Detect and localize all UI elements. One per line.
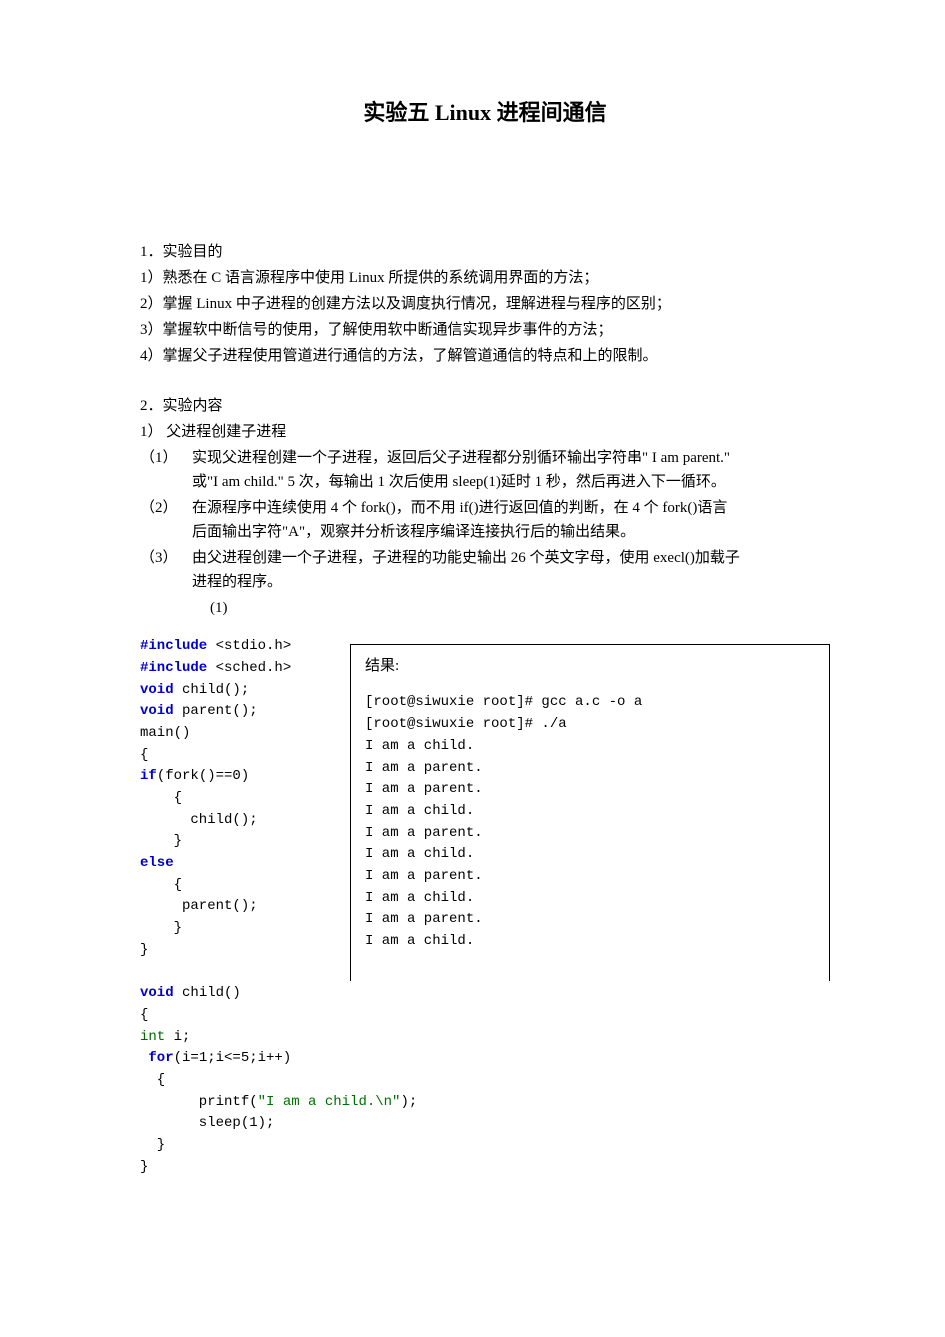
- code-text: child();: [174, 682, 250, 698]
- task-num: （2）: [140, 496, 192, 544]
- result-line: I am a parent.: [365, 866, 815, 888]
- code-text: {: [140, 790, 182, 806]
- result-line: I am a parent.: [365, 758, 815, 780]
- code-text: (fork()==0): [157, 768, 249, 784]
- task-num: （3）: [140, 546, 192, 594]
- sec1-item-2: 2）掌握 Linux 中子进程的创建方法以及调度执行情况，理解进程与程序的区别；: [140, 292, 830, 316]
- section-2-heading: 2．实验内容: [140, 394, 830, 418]
- section-1-heading: 1．实验目的: [140, 240, 830, 264]
- code-text: {: [140, 747, 148, 763]
- subtask-label: (1): [140, 596, 830, 620]
- task-num: （1）: [140, 446, 192, 494]
- code-text: i;: [165, 1029, 190, 1045]
- task-row-2: （2） 在源程序中连续使用 4 个 fork()，而不用 if()进行返回值的判…: [140, 496, 830, 544]
- code-text: }: [140, 833, 182, 849]
- code-text: <sched.h>: [207, 660, 291, 676]
- code-text: }: [140, 920, 182, 936]
- task-line: 在源程序中连续使用 4 个 fork()，而不用 if()进行返回值的判断，在 …: [192, 496, 830, 520]
- code-keyword: #include: [140, 638, 207, 654]
- result-line: I am a child.: [365, 801, 815, 823]
- code-text: {: [140, 1072, 165, 1088]
- result-line: I am a parent.: [365, 823, 815, 845]
- sec1-item-3: 3）掌握软中断信号的使用，了解使用软中断通信实现异步事件的方法；: [140, 318, 830, 342]
- page-title: 实验五 Linux 进程间通信: [140, 95, 830, 130]
- task-line: 后面输出字符"A"，观察并分析该程序编译连接执行后的输出结果。: [192, 520, 830, 544]
- task-line: 由父进程创建一个子进程，子进程的功能史输出 26 个英文字母，使用 execl(…: [192, 546, 830, 570]
- task-row-1: （1） 实现父进程创建一个子进程，返回后父子进程都分别循环输出字符串" I am…: [140, 446, 830, 494]
- code-keyword: void: [140, 682, 174, 698]
- task-line: 或"I am child." 5 次，每输出 1 次后使用 sleep(1)延时…: [192, 470, 830, 494]
- code-text: sleep(1);: [140, 1115, 274, 1131]
- code-keyword: void: [140, 703, 174, 719]
- code-block: #include <stdio.h> #include <sched.h> vo…: [140, 636, 350, 1091]
- code-text: parent();: [174, 703, 258, 719]
- result-line: [root@siwuxie root]# ./a: [365, 714, 815, 736]
- code-keyword: #include: [140, 660, 207, 676]
- task-list: （1） 实现父进程创建一个子进程，返回后父子进程都分别循环输出字符串" I am…: [140, 446, 830, 594]
- sec2-subheading: 1） 父进程创建子进程: [140, 420, 830, 444]
- sec1-item-1: 1）熟悉在 C 语言源程序中使用 Linux 所提供的系统调用界面的方法；: [140, 266, 830, 290]
- code-text: {: [140, 877, 182, 893]
- result-line: I am a child.: [365, 844, 815, 866]
- result-line: [root@siwuxie root]# gcc a.c -o a: [365, 692, 815, 714]
- code-text: child(): [174, 985, 241, 1001]
- result-line: I am a parent.: [365, 779, 815, 801]
- code-keyword: else: [140, 855, 174, 871]
- task-text: 在源程序中连续使用 4 个 fork()，而不用 if()进行返回值的判断，在 …: [192, 496, 830, 544]
- code-text: {: [140, 1007, 148, 1023]
- code-block-continued: printf("I am a child.\n"); sleep(1); } }: [140, 1092, 830, 1179]
- result-line: I am a parent.: [365, 909, 815, 931]
- code-text: (i=1;i<=5;i++): [174, 1050, 292, 1066]
- code-text: }: [140, 1137, 165, 1153]
- code-text: <stdio.h>: [207, 638, 291, 654]
- task-line: 进程的程序。: [192, 570, 830, 594]
- code-type: int: [140, 1029, 165, 1045]
- sec1-item-4: 4）掌握父子进程使用管道进行通信的方法，了解管道通信的特点和上的限制。: [140, 344, 830, 368]
- code-keyword: void: [140, 985, 174, 1001]
- code-text: );: [400, 1094, 417, 1110]
- code-keyword: if: [140, 768, 157, 784]
- task-text: 由父进程创建一个子进程，子进程的功能史输出 26 个英文字母，使用 execl(…: [192, 546, 830, 594]
- code-text: parent();: [140, 898, 258, 914]
- task-line: 实现父进程创建一个子进程，返回后父子进程都分别循环输出字符串" I am par…: [192, 446, 830, 470]
- result-box: 结果: [root@siwuxie root]# gcc a.c -o a [r…: [350, 644, 830, 981]
- code-text: }: [140, 1159, 148, 1175]
- code-keyword: for: [140, 1050, 174, 1066]
- result-line: I am a child.: [365, 931, 815, 953]
- code-text: main(): [140, 725, 190, 741]
- result-line: I am a child.: [365, 888, 815, 910]
- code-result-row: #include <stdio.h> #include <sched.h> vo…: [140, 636, 830, 1091]
- code-text: child();: [140, 812, 258, 828]
- task-row-3: （3） 由父进程创建一个子进程，子进程的功能史输出 26 个英文字母，使用 ex…: [140, 546, 830, 594]
- code-string: "I am a child.\n": [258, 1094, 401, 1110]
- task-text: 实现父进程创建一个子进程，返回后父子进程都分别循环输出字符串" I am par…: [192, 446, 830, 494]
- result-line: I am a child.: [365, 736, 815, 758]
- code-text: printf(: [140, 1094, 258, 1110]
- result-label: 结果:: [365, 655, 815, 678]
- code-text: }: [140, 942, 148, 958]
